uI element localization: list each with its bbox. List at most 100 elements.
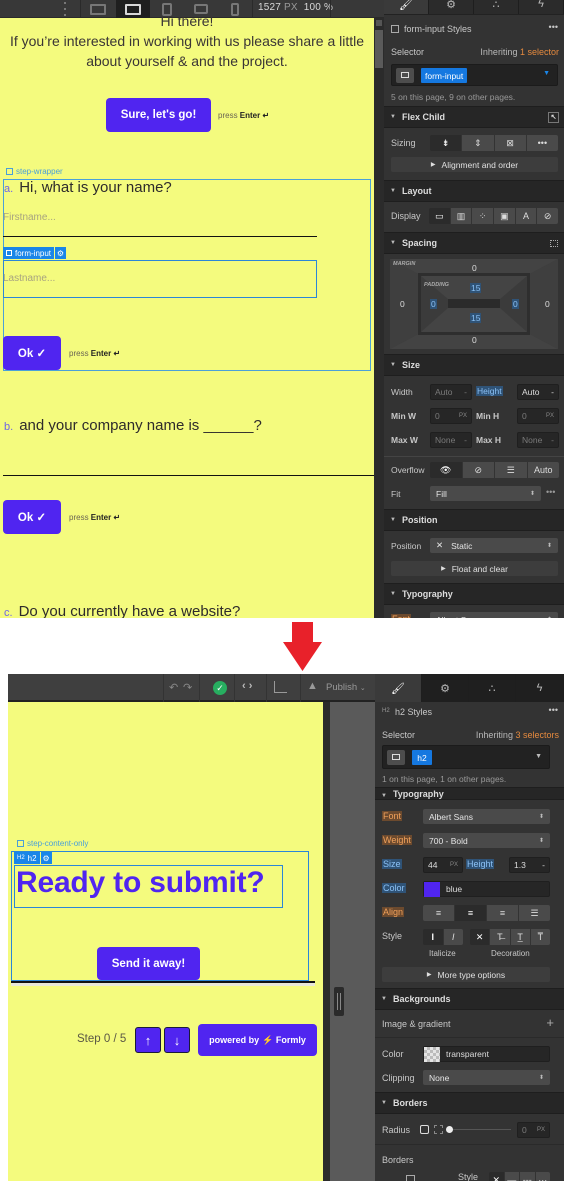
export-icon[interactable] bbox=[274, 681, 287, 693]
ok-button-b[interactable]: Ok ✓ bbox=[3, 500, 61, 534]
previous-step-button[interactable]: ↑ bbox=[135, 1027, 161, 1053]
radius-slider-track[interactable] bbox=[449, 1129, 511, 1130]
font-select[interactable]: Albert Sans⬍ bbox=[423, 809, 550, 824]
radius-slider-thumb[interactable] bbox=[446, 1126, 453, 1133]
ok-button-a[interactable]: Ok ✓ bbox=[3, 336, 61, 370]
align-right-button[interactable]: ≡ bbox=[487, 905, 519, 921]
sizing-shrink-button[interactable]: ⇟ bbox=[430, 135, 463, 151]
flex-child-header[interactable]: ▼ Flex Child ↖ bbox=[384, 106, 564, 128]
gear-icon[interactable]: ⚙ bbox=[40, 852, 52, 864]
selector-chip[interactable]: h2 bbox=[412, 750, 432, 765]
add-icon[interactable]: + bbox=[546, 1015, 554, 1030]
sizing-grow-button[interactable]: ⇕ bbox=[462, 135, 495, 151]
padding-left[interactable]: 0 bbox=[430, 299, 437, 309]
sizing-more-button[interactable]: ••• bbox=[526, 135, 558, 151]
color-input[interactable]: blue bbox=[423, 881, 550, 897]
align-center-button[interactable]: ≡ bbox=[455, 905, 487, 921]
saved-check-icon[interactable]: ✓ bbox=[213, 681, 227, 695]
more-icon[interactable]: ••• bbox=[549, 705, 558, 715]
overline-button[interactable]: T̅ bbox=[530, 929, 550, 945]
powered-by-formly-link[interactable]: powered by ⚡ Formly bbox=[198, 1024, 317, 1056]
firstname-input[interactable]: Firstname... bbox=[3, 212, 56, 223]
tab-style[interactable]: 🖌 bbox=[384, 0, 429, 14]
tab-lightning[interactable]: ϟ bbox=[519, 0, 564, 14]
margin-left[interactable]: 0 bbox=[400, 299, 405, 309]
expand-icon[interactable]: ↖ bbox=[548, 112, 559, 123]
tab-style[interactable]: 🖌 bbox=[375, 674, 422, 702]
display-inline-block-button[interactable]: ▣ bbox=[494, 208, 516, 224]
resize-handle[interactable] bbox=[334, 987, 344, 1016]
border-solid-button[interactable]: — bbox=[504, 1172, 520, 1181]
display-inline-button[interactable]: A bbox=[515, 208, 538, 224]
padding-top[interactable]: 15 bbox=[470, 283, 482, 293]
min-width-input[interactable]: 0 PX bbox=[430, 408, 472, 424]
inheriting-info[interactable]: Inheriting 3 selectors bbox=[476, 730, 559, 740]
tab-interactions[interactable]: ∴ bbox=[469, 674, 516, 702]
form-input-tag[interactable]: form-input ⚙ bbox=[3, 247, 67, 259]
canvas-scrollbar[interactable] bbox=[323, 702, 330, 1181]
chevron-down-icon[interactable]: ▼ bbox=[535, 753, 542, 760]
strikethrough-button[interactable]: T̶ bbox=[490, 929, 511, 945]
radius-input[interactable]: 0 PX bbox=[517, 1122, 550, 1138]
radius-individual-icon[interactable] bbox=[434, 1125, 443, 1134]
lastname-input[interactable]: Lastname... bbox=[3, 273, 55, 284]
border-dashed-button[interactable]: --- bbox=[520, 1172, 536, 1181]
clipping-select[interactable]: None ⬍ bbox=[423, 1070, 550, 1085]
border-side-icon[interactable] bbox=[406, 1175, 415, 1181]
height-input[interactable]: Auto - bbox=[517, 384, 559, 400]
scroll-up-icon[interactable] bbox=[376, 20, 382, 26]
border-dotted-button[interactable]: ··· bbox=[535, 1172, 550, 1181]
width-input[interactable]: Auto - bbox=[430, 384, 472, 400]
line-height-input[interactable]: 1.3- bbox=[509, 857, 550, 873]
selector-input[interactable]: h2 ▼ bbox=[382, 745, 550, 769]
margin-bottom[interactable]: 0 bbox=[472, 335, 477, 345]
step-content-tag[interactable]: step-content-only bbox=[17, 839, 88, 848]
publish-button[interactable]: Publish ⌄ bbox=[326, 682, 366, 693]
margin-right[interactable]: 0 bbox=[545, 299, 550, 309]
tab-interactions[interactable]: ∴ bbox=[474, 0, 519, 14]
step-wrapper-tag[interactable]: step-wrapper bbox=[6, 167, 63, 176]
fit-select[interactable]: Fill ⬍ bbox=[430, 486, 541, 501]
overflow-auto-button[interactable]: Auto bbox=[527, 462, 559, 478]
display-grid-button[interactable]: ⁘ bbox=[472, 208, 495, 224]
transparent-swatch[interactable] bbox=[424, 1046, 440, 1062]
selector-mode-icon[interactable] bbox=[396, 68, 414, 83]
tab-settings[interactable]: ⚙ bbox=[429, 0, 474, 14]
italic-style-button[interactable]: I bbox=[443, 929, 463, 945]
size-input[interactable]: 44 PX bbox=[423, 857, 463, 873]
sizing-none-button[interactable]: ⊠ bbox=[494, 135, 527, 151]
selector-input[interactable]: form-input ▼ bbox=[391, 64, 558, 86]
code-icon[interactable]: ‹ › bbox=[242, 680, 252, 692]
radius-all-icon[interactable] bbox=[420, 1125, 429, 1134]
regular-style-button[interactable]: I bbox=[423, 929, 444, 945]
redo-icon[interactable]: ↷ bbox=[183, 681, 192, 694]
padding-right[interactable]: 0 bbox=[512, 299, 519, 309]
scrollbar-thumb[interactable] bbox=[375, 30, 383, 68]
max-height-input[interactable]: None - bbox=[517, 432, 559, 448]
backgrounds-header[interactable]: ▼ Backgrounds bbox=[375, 988, 564, 1010]
send-button[interactable]: Send it away! bbox=[97, 947, 200, 980]
position-header[interactable]: ▼ Position bbox=[384, 509, 564, 531]
spacing-header[interactable]: ▼ Spacing bbox=[384, 232, 564, 254]
position-select[interactable]: ✕ Static ⬍ bbox=[430, 538, 558, 553]
h2-tag[interactable]: H2 h2 ⚙ bbox=[14, 852, 52, 864]
tab-settings[interactable]: ⚙ bbox=[422, 674, 469, 702]
next-step-button[interactable]: ↓ bbox=[164, 1027, 190, 1053]
gear-icon[interactable]: ⚙ bbox=[55, 247, 67, 259]
display-flex-button[interactable]: ▥ bbox=[450, 208, 473, 224]
layout-header[interactable]: ▼ Layout bbox=[384, 180, 564, 202]
undo-icon[interactable]: ↶ bbox=[169, 681, 178, 694]
start-button[interactable]: Sure, let's go! bbox=[106, 98, 211, 132]
weight-select[interactable]: 700 - Bold ⬍ bbox=[423, 833, 550, 848]
display-block-button[interactable]: ▭ bbox=[429, 208, 451, 224]
borders-header[interactable]: ▼ Borders bbox=[375, 1092, 564, 1114]
underline-button[interactable]: T̲ bbox=[510, 929, 531, 945]
padding-bottom[interactable]: 15 bbox=[470, 313, 482, 323]
chevron-down-icon[interactable]: ▼ bbox=[543, 70, 550, 77]
inheriting-info[interactable]: Inheriting 1 selector bbox=[480, 47, 559, 57]
size-header[interactable]: ▼ Size bbox=[384, 354, 564, 376]
margin-top[interactable]: 0 bbox=[472, 263, 477, 273]
more-icon[interactable]: ••• bbox=[546, 487, 555, 497]
more-icon[interactable]: ••• bbox=[549, 22, 558, 32]
alignment-order-toggle[interactable]: ▶ Alignment and order bbox=[391, 157, 558, 172]
